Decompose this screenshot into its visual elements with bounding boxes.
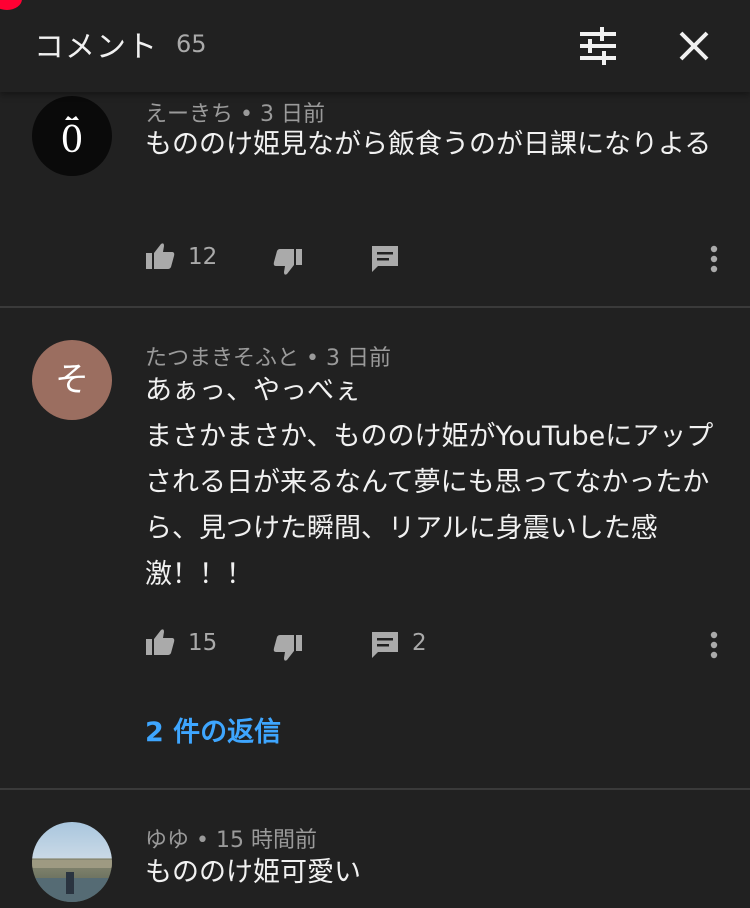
- reply-button[interactable]: [370, 244, 400, 280]
- comment-item: そ たつまきそふと • 3 日前 あぁっ、やっべぇ まさかまさか、もののけ姫がY…: [0, 308, 750, 788]
- view-replies-link[interactable]: 2 件の返信: [145, 710, 281, 749]
- avatar-letter: そ: [55, 360, 89, 400]
- more-options-icon[interactable]: [700, 628, 728, 664]
- avatar[interactable]: 0: [32, 96, 112, 176]
- comment-item: ゆゆ • 15 時間前 もののけ姫可愛い: [0, 790, 750, 908]
- comment-item: 0 えーきち • 3 日前 もののけ姫見ながら飯食うのが日課になりよる 12: [0, 92, 750, 306]
- reply-button[interactable]: [370, 630, 400, 666]
- thumbs-down-icon: [273, 249, 302, 275]
- dislike-button[interactable]: [272, 246, 306, 282]
- dislike-button[interactable]: [272, 632, 306, 668]
- comment-count: 65: [176, 30, 207, 58]
- avatar[interactable]: そ: [32, 340, 112, 420]
- like-button[interactable]: [144, 626, 178, 662]
- comment-icon: [372, 632, 398, 658]
- comment-text: あぁっ、やっべぇ まさかまさか、もののけ姫がYouTubeにアップされる日が来る…: [145, 375, 714, 590]
- thumbs-up-icon: [146, 629, 175, 655]
- comment-icon: [372, 246, 398, 272]
- avatar[interactable]: [32, 822, 112, 902]
- svg-text:0: 0: [61, 120, 84, 161]
- tune-icon[interactable]: [578, 26, 618, 66]
- thumbs-down-icon: [273, 635, 302, 661]
- reply-count: 2: [412, 630, 427, 656]
- comment-text: もののけ姫可愛い: [145, 857, 361, 888]
- comment-text: もののけ姫見ながら飯食うのが日課になりよる: [145, 129, 712, 160]
- like-count: 12: [188, 244, 218, 270]
- like-count: 15: [188, 630, 218, 656]
- like-button[interactable]: [144, 240, 178, 276]
- more-options-icon[interactable]: [700, 242, 728, 278]
- thumbs-up-icon: [146, 243, 175, 269]
- comments-header: コメント 65: [0, 0, 750, 92]
- recording-indicator: [0, 0, 22, 10]
- close-icon[interactable]: [674, 26, 714, 66]
- header-title: コメント: [34, 30, 158, 65]
